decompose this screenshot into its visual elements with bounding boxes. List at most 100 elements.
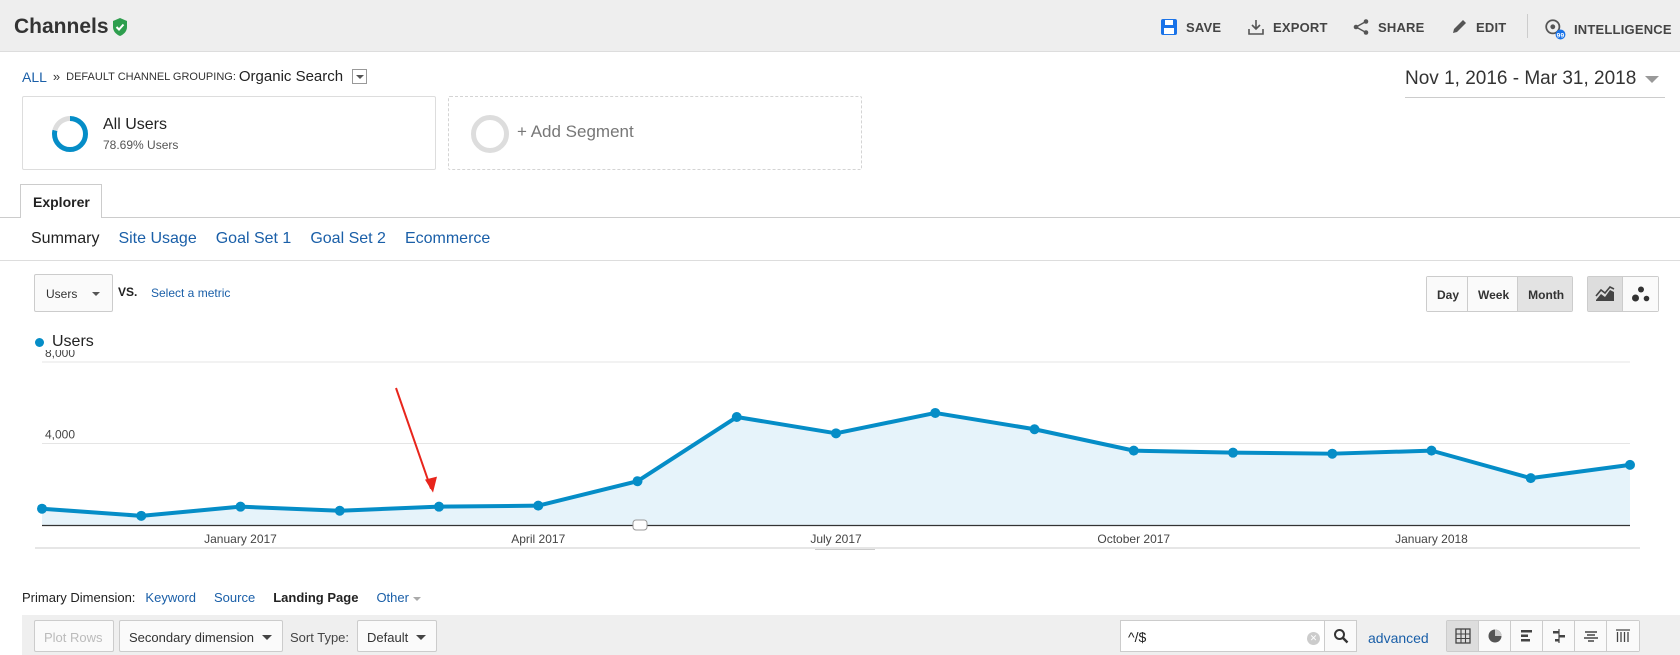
y-tick-label: 8,000	[45, 350, 75, 360]
dimension-source-link[interactable]: Source	[214, 590, 255, 605]
data-point	[930, 407, 941, 418]
data-point	[1128, 445, 1139, 456]
data-point	[37, 503, 47, 514]
segment-percent: 78.69% Users	[103, 138, 179, 152]
intelligence-label: INTELLIGENCE	[1574, 21, 1672, 37]
term-cloud-view-button[interactable]	[1575, 621, 1607, 651]
line-chart-button[interactable]	[1588, 277, 1623, 311]
filter-value: ^/$	[1128, 629, 1147, 645]
pencil-icon	[1453, 20, 1466, 33]
primary-dimension-bar: Primary Dimension: Keyword Source Landin…	[22, 590, 421, 605]
subtab-summary[interactable]: Summary	[31, 230, 99, 248]
data-point	[533, 500, 544, 511]
breadcrumb-separator: »	[52, 69, 61, 84]
tab-explorer[interactable]: Explorer	[20, 184, 102, 218]
data-point	[1525, 473, 1536, 484]
table-filter-input[interactable]: ^/$ ✕	[1120, 620, 1326, 652]
annotation-marker-icon	[632, 519, 648, 531]
tab-divider	[0, 217, 1680, 218]
vs-label: VS.	[118, 285, 138, 299]
subtab-divider	[0, 260, 1680, 261]
page-title: Channels	[14, 15, 109, 38]
pie-view-button[interactable]	[1479, 621, 1511, 651]
performance-view-button[interactable]	[1511, 621, 1543, 651]
data-table-view-button[interactable]	[1447, 621, 1479, 651]
sort-type-dropdown[interactable]: Default	[357, 620, 438, 652]
edit-label: EDIT	[1476, 19, 1507, 35]
download-icon	[1248, 20, 1264, 35]
comparison-view-button[interactable]	[1543, 621, 1575, 651]
bar-list-icon	[1520, 630, 1532, 642]
edit-button[interactable]: EDIT	[1450, 18, 1506, 36]
intelligence-button[interactable]: 99 INTELLIGENCE	[1544, 18, 1672, 40]
x-tick-label: October 2017	[1097, 532, 1170, 546]
data-point	[1625, 459, 1635, 470]
export-button[interactable]: EXPORT	[1247, 18, 1328, 36]
grid-icon	[1454, 628, 1471, 644]
empty-ring-icon	[471, 115, 509, 153]
granularity-week-button[interactable]: Week	[1468, 277, 1519, 311]
data-point	[334, 505, 345, 516]
select-metric-link[interactable]: Select a metric	[151, 286, 230, 300]
export-label: EXPORT	[1273, 19, 1328, 35]
verified-shield-icon	[113, 18, 127, 36]
y-tick-label: 4,000	[45, 428, 75, 442]
save-button[interactable]: SAVE	[1160, 18, 1221, 36]
share-icon	[1353, 19, 1369, 35]
data-point	[434, 501, 444, 512]
add-segment-button[interactable]: + Add Segment	[448, 96, 862, 170]
table-controls-bar: Plot Rows Secondary dimension Sort Type:…	[22, 615, 1680, 655]
subtab-goal-set-2[interactable]: Goal Set 2	[310, 230, 386, 248]
date-range-picker[interactable]: Nov 1, 2016 - Mar 31, 2018	[1405, 68, 1665, 98]
subtab-ecommerce[interactable]: Ecommerce	[405, 230, 490, 248]
dimension-landing-page[interactable]: Landing Page	[273, 590, 358, 605]
subtab-bar: Summary Site Usage Goal Set 1 Goal Set 2…	[31, 230, 490, 248]
red-arrow-annotation	[395, 387, 432, 489]
advanced-filter-link[interactable]: advanced	[1368, 630, 1429, 646]
chart-legend: Users	[35, 333, 94, 351]
breadcrumb-all-link[interactable]: ALL	[22, 69, 47, 85]
collapse-handle	[815, 549, 875, 550]
channel-dropdown-icon[interactable]	[352, 69, 368, 84]
date-range-text: Nov 1, 2016 - Mar 31, 2018	[1405, 68, 1637, 89]
data-point	[235, 501, 246, 512]
segment-all-users[interactable]: All Users 78.69% Users	[22, 96, 436, 170]
chevron-down-icon	[1645, 76, 1659, 83]
granularity-toggle: Day Week Month	[1426, 276, 1574, 312]
secondary-dimension-dropdown[interactable]: Secondary dimension	[119, 620, 284, 652]
dimension-other-dropdown[interactable]: Other	[376, 590, 421, 605]
data-point	[831, 428, 841, 439]
table-view-toggle	[1446, 620, 1640, 652]
pie-chart-icon	[1488, 629, 1501, 643]
breadcrumb: ALL » DEFAULT CHANNEL GROUPING: Organic …	[22, 68, 368, 85]
metric-dropdown[interactable]: Users	[34, 274, 113, 312]
primary-dimension-label: Primary Dimension:	[22, 590, 136, 605]
line-chart-icon	[1595, 286, 1615, 301]
granularity-month-button[interactable]: Month	[1518, 277, 1573, 311]
motion-chart-button[interactable]	[1623, 277, 1658, 311]
x-tick-label: January 2018	[1395, 532, 1468, 546]
floppy-disk-icon	[1161, 19, 1177, 35]
data-point	[1029, 424, 1040, 435]
dimension-keyword-link[interactable]: Keyword	[145, 590, 196, 605]
sort-type-label: Sort Type:	[290, 630, 350, 645]
channel-grouping-label: DEFAULT CHANNEL GROUPING:	[66, 70, 236, 83]
subtab-site-usage[interactable]: Site Usage	[118, 230, 196, 248]
clear-filter-icon[interactable]: ✕	[1307, 632, 1320, 645]
share-button[interactable]: SHARE	[1352, 18, 1425, 36]
plot-rows-button[interactable]: Plot Rows	[34, 620, 114, 652]
intelligence-icon: 99	[1545, 19, 1566, 40]
pivot-view-button[interactable]	[1607, 621, 1639, 651]
subtab-goal-set-1[interactable]: Goal Set 1	[216, 230, 292, 248]
search-button[interactable]	[1324, 620, 1357, 652]
users-line-chart: 8,000 4,000 January 2017 April 2017 July 201…	[35, 350, 1640, 550]
bubble-chart-icon	[1631, 286, 1649, 302]
granularity-day-button[interactable]: Day	[1427, 277, 1469, 311]
add-segment-label: + Add Segment	[517, 122, 634, 141]
segment-ring-icon	[52, 116, 88, 152]
data-point	[136, 510, 147, 521]
legend-dot-icon	[35, 337, 44, 347]
comparison-icon	[1552, 629, 1565, 643]
x-tick-label: July 2017	[810, 532, 862, 546]
top-bar: Channels SAVE EXPORT SHARE EDIT 99 INTEL…	[0, 0, 1680, 52]
